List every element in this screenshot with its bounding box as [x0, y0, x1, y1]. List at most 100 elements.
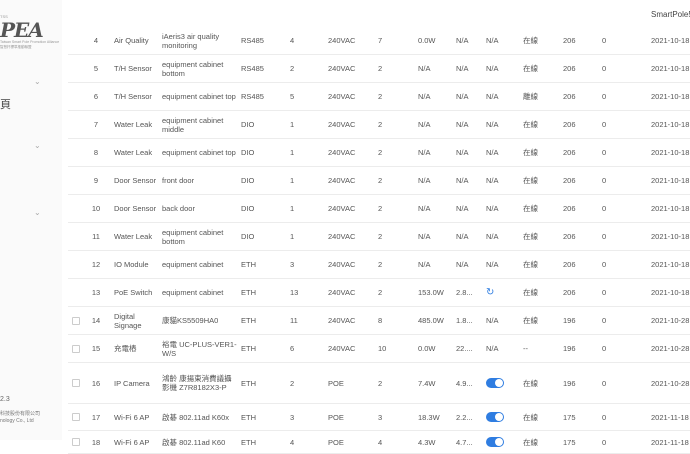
connection-status-text: 在線 — [523, 232, 538, 241]
row-checkbox[interactable] — [72, 413, 80, 421]
current-value-text: 1.8... — [456, 316, 473, 325]
install-date-text: 2021-10-18 — [651, 232, 690, 241]
row-number-text: 12 — [91, 260, 101, 269]
device-location-text: 啟碁 802.11ad K60 — [162, 437, 226, 447]
channel-number: 2 — [378, 279, 400, 306]
device-location-text: equipment cabinet bottom — [162, 59, 224, 78]
table-row[interactable]: 7 Water Leak equipment cabinet middle DIO 1 2… — [68, 111, 690, 139]
interface-type: ETH — [241, 431, 281, 453]
power-toggle[interactable] — [486, 412, 504, 422]
connection-status-text: 在線 — [523, 36, 538, 45]
install-date-text: 2021-10-18 — [651, 36, 690, 45]
channel-number-text: 2 — [378, 260, 383, 269]
install-date-text: 2021-10-18 — [651, 148, 690, 157]
channel-number: 3 — [378, 404, 400, 430]
sidebar-item-home[interactable]: 頁 — [0, 96, 11, 112]
device-location-text: back door — [162, 204, 195, 213]
power-toggle[interactable] — [486, 437, 504, 447]
table-row[interactable]: 10 Door Sensor back door DIO 1 240VAC 2 N/A N/A N… — [68, 195, 690, 223]
install-date-text: 2021-10-28 — [651, 316, 690, 325]
table-row[interactable]: 15 充電樁 裕電 UC-PLUS-VER1-W/S ETH 6 240VAC 10 0.0W… — [68, 335, 690, 363]
port-number-text: 6 — [290, 344, 295, 353]
row-number: 11 — [86, 223, 106, 250]
chevron-down-icon[interactable]: ⌄ — [34, 77, 41, 86]
alarm-count: 0 — [602, 27, 622, 54]
device-location-text: 康貓KS5509HA0 — [162, 316, 219, 325]
interface-type: ETH — [241, 251, 281, 278]
power-switch-text: N/A — [486, 316, 499, 325]
row-checkbox[interactable] — [72, 379, 80, 387]
table-row[interactable]: 4 Air Quality iAeris3 air quality monitori… — [68, 27, 690, 55]
port-number: 1 — [290, 167, 314, 194]
power-source: 240VAC — [328, 139, 372, 166]
alliance-logo: TSS PEA Taiwan Smart Pole Promotion Alli… — [0, 14, 59, 49]
row-checkbox[interactable] — [72, 344, 80, 353]
channel-number-text: 3 — [378, 412, 383, 422]
channel-number: 2 — [378, 83, 400, 110]
device-id-text: 196 — [563, 344, 576, 353]
chevron-down-icon[interactable]: ⌄ — [34, 208, 41, 217]
refresh-icon[interactable]: ↻ — [486, 288, 494, 298]
table-row[interactable]: 13 PoE Switch equipment cabinet ETH 13 240VAC… — [68, 279, 690, 307]
connection-status-text: 在線 — [523, 316, 538, 325]
device-type: IP Camera — [114, 363, 158, 403]
device-location-text: 鴻齡 康揚東消費議攝影機 Z7R8182X3-P — [162, 374, 232, 392]
device-type-text: Door Sensor — [114, 176, 157, 185]
table-row[interactable]: 16 IP Camera 鴻齡 康揚東消費議攝影機 Z7R8182X3-P ETH 2 P… — [68, 363, 690, 404]
row-checkbox-cell — [72, 335, 80, 362]
device-location-text: equipment cabinet — [162, 260, 224, 269]
power-switch: N/A — [486, 167, 516, 194]
device-id-text: 206 — [563, 204, 576, 213]
row-number: 15 — [86, 335, 106, 362]
interface-type-text: ETH — [241, 288, 256, 297]
table-row[interactable]: 17 Wi-Fi 6 AP 啟碁 802.11ad K60x ETH 3 POE 3 18.3… — [68, 404, 690, 431]
table-row[interactable]: 18 Wi-Fi 6 AP 啟碁 802.11ad K60 ETH 4 POE 4 4.3W 4… — [68, 431, 690, 454]
table-row[interactable]: 9 Door Sensor front door DIO 1 240VAC 2 N/A N/A N… — [68, 167, 690, 195]
table-row[interactable]: 6 T/H Sensor equipment cabinet top RS485 5 24… — [68, 83, 690, 111]
alarm-count-text: 0 — [602, 437, 607, 447]
install-date: 2021-10-18 — [651, 83, 690, 110]
interface-type-text: DIO — [241, 176, 255, 185]
alarm-count: 0 — [602, 223, 622, 250]
power-watt-text: N/A — [418, 260, 431, 269]
power-source: POE — [328, 363, 372, 403]
device-type-text: IP Camera — [114, 378, 150, 388]
current-value: 2.2... — [456, 404, 482, 430]
power-source: 240VAC — [328, 27, 372, 54]
row-checkbox[interactable] — [72, 316, 80, 325]
channel-number-text: 4 — [378, 437, 383, 447]
table-row[interactable]: 8 Water Leak equipment cabinet top DIO 1 240V… — [68, 139, 690, 167]
port-number-text: 13 — [290, 288, 299, 297]
device-id-text: 196 — [563, 378, 576, 388]
power-watt: N/A — [418, 83, 450, 110]
alarm-count-text: 0 — [602, 260, 607, 269]
chevron-down-icon[interactable]: ⌄ — [34, 141, 41, 150]
device-location: 啟碁 802.11ad K60 — [162, 431, 238, 453]
table-row[interactable]: 11 Water Leak equipment cabinet bottom DIO 1… — [68, 223, 690, 251]
device-id: 196 — [563, 307, 589, 334]
current-value-text: N/A — [456, 176, 469, 185]
power-switch: N/A — [486, 307, 516, 334]
power-watt: 4.3W — [418, 431, 450, 453]
connection-status-text: 在線 — [523, 148, 538, 157]
channel-number-text: 7 — [378, 36, 383, 45]
power-watt: N/A — [418, 167, 450, 194]
connection-status: 在線 — [523, 111, 553, 138]
current-value: N/A — [456, 223, 482, 250]
device-location: 鴻齡 康揚東消費議攝影機 Z7R8182X3-P — [162, 363, 238, 403]
power-toggle[interactable] — [486, 378, 504, 388]
table-row[interactable]: 14 Digital Signage 康貓KS5509HA0 ETH 11 240VAC 8… — [68, 307, 690, 335]
table-row[interactable]: 5 T/H Sensor equipment cabinet bottom RS485… — [68, 55, 690, 83]
device-id-text: 206 — [563, 176, 576, 185]
row-checkbox[interactable] — [72, 438, 80, 446]
install-date: 2021-10-18 — [651, 55, 690, 82]
alarm-count: 0 — [602, 195, 622, 222]
channel-number: 2 — [378, 139, 400, 166]
row-number-text: 15 — [91, 344, 101, 353]
table-row[interactable]: 12 IO Module equipment cabinet ETH 3 240VAC 2 N… — [68, 251, 690, 279]
alarm-count-text: 0 — [602, 378, 607, 388]
row-number-text: 16 — [91, 378, 101, 388]
current-value: N/A — [456, 27, 482, 54]
device-type: Wi-Fi 6 AP — [114, 431, 158, 453]
device-type: Door Sensor — [114, 167, 158, 194]
